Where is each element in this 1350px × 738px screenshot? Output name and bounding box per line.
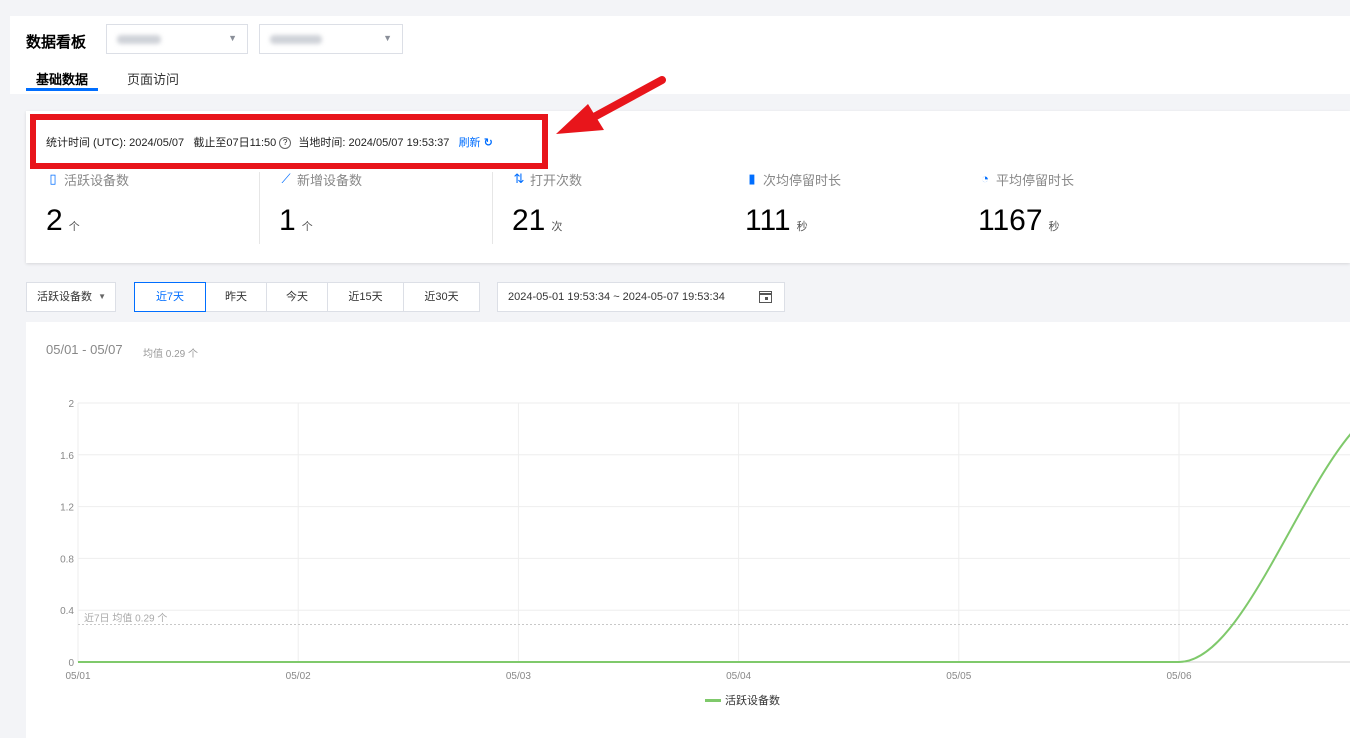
legend-swatch [705,699,721,702]
y-tick-label: 0.8 [60,554,74,565]
line-chart: 0 0.4 0.8 1.2 1.6 2 05/01 05/02 05/03 05/04 05/05 0… [60,399,1350,682]
x-tick-label: 05/06 [1166,671,1191,682]
y-tick-label: 0.4 [60,606,74,617]
x-tick-label: 05/01 [65,671,90,682]
y-tick-label: 1.2 [60,503,74,514]
x-tick-label: 05/04 [726,671,751,682]
x-tick-label: 05/05 [946,671,971,682]
series-line-active-devices [78,433,1350,663]
x-tick-label: 05/02 [286,671,311,682]
x-tick-label: 05/03 [506,671,531,682]
average-reference-label: 近7日 均值 0.29 个 [84,611,167,624]
y-tick-label: 1.6 [60,451,74,462]
legend-label[interactable]: 活跃设备数 [725,692,780,708]
range-7days-button[interactable]: 近7天 [134,282,206,312]
y-tick-label: 2 [68,399,74,410]
y-tick-label: 0 [68,658,74,669]
